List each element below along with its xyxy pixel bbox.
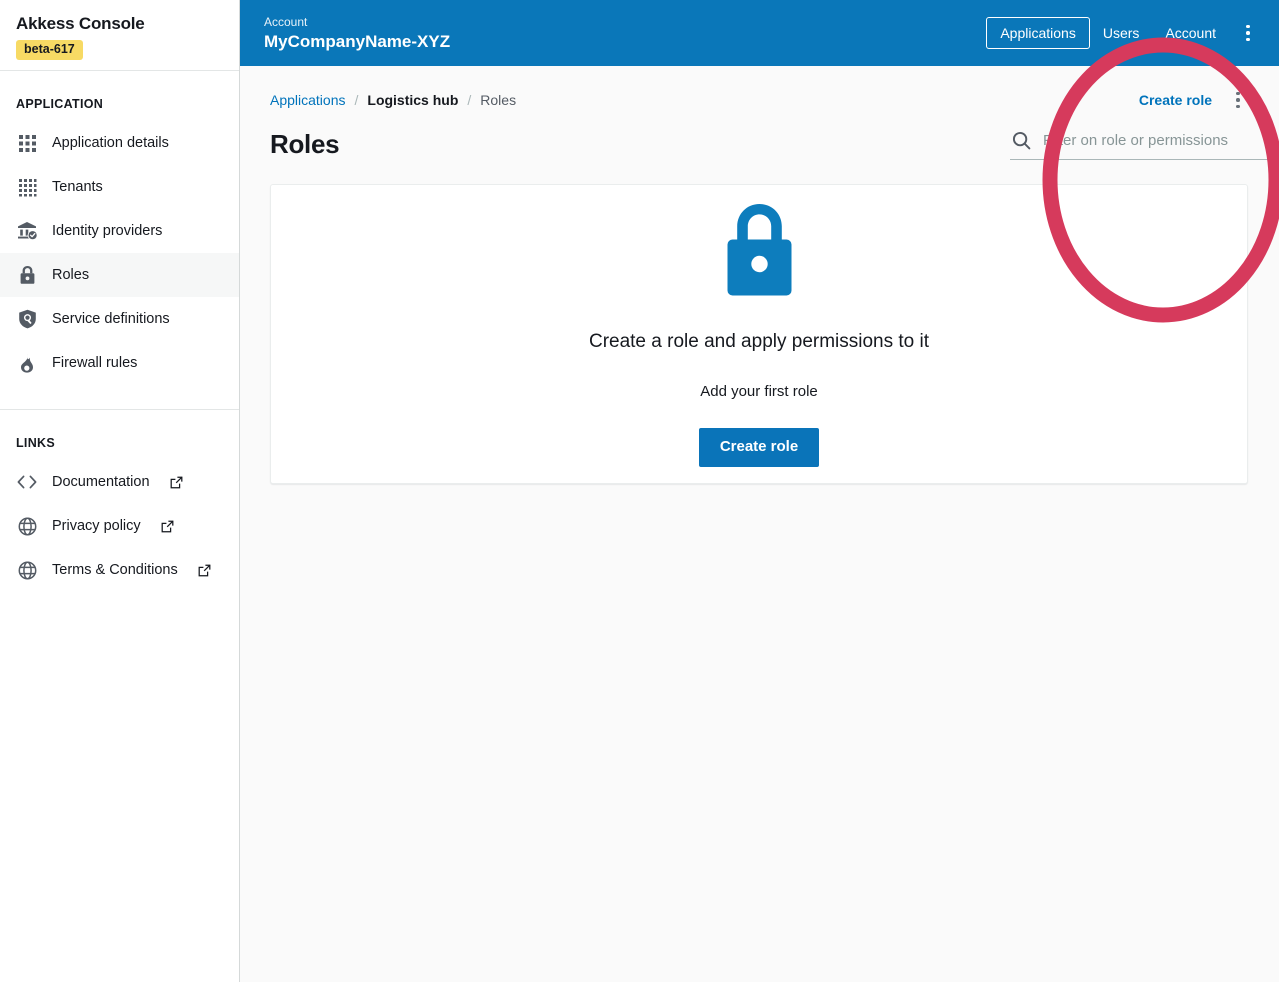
brand-block: Akkess Console beta-617	[0, 0, 239, 71]
sidebar-item-label: Documentation	[52, 474, 150, 490]
create-role-button[interactable]: Create role	[698, 428, 820, 467]
nav-section-title-links: LINKS	[16, 436, 55, 450]
breadcrumb-item-applications[interactable]: Applications	[270, 91, 346, 109]
sidebar-item-label: Service definitions	[52, 311, 170, 327]
empty-state-subtitle: Add your first role	[700, 383, 818, 400]
globe-icon	[16, 515, 38, 537]
breadcrumb-separator: /	[354, 92, 359, 108]
sidebar-item-label: Privacy policy	[52, 518, 141, 534]
search-input[interactable]	[1043, 132, 1279, 149]
sidebar-item-tenants[interactable]: Tenants	[0, 165, 239, 209]
sidebar-item-label: Tenants	[52, 179, 103, 195]
sidebar-item-label: Firewall rules	[52, 355, 138, 371]
sidebar-item-label: Application details	[52, 135, 169, 151]
top-header-bar: Account MyCompanyName-XYZ Applications U…	[240, 0, 1279, 66]
breadcrumb-separator: /	[467, 92, 472, 108]
breadcrumb-item-logistics-hub[interactable]: Logistics hub	[367, 91, 458, 109]
search-icon	[1012, 131, 1031, 150]
page-title: Roles	[270, 129, 340, 159]
flame-icon	[16, 352, 38, 374]
topnav-users-link[interactable]: Users	[1090, 18, 1153, 48]
shield-search-icon	[16, 308, 38, 330]
grid-4x4-icon	[16, 176, 38, 198]
sidebar-item-terms-conditions[interactable]: Terms & Conditions	[0, 548, 239, 592]
account-label: Account	[264, 14, 308, 29]
bank-check-icon	[16, 220, 38, 242]
sidebar-item-firewall-rules[interactable]: Firewall rules	[0, 341, 239, 385]
breadcrumb-actions: Create role	[1139, 88, 1248, 112]
sidebar-item-service-definitions[interactable]: Service definitions	[0, 297, 239, 341]
main-region: Account MyCompanyName-XYZ Applications U…	[240, 0, 1279, 982]
sidebar-item-documentation[interactable]: Documentation	[0, 460, 239, 504]
globe-icon	[16, 559, 38, 581]
account-block: Account MyCompanyName-XYZ	[264, 14, 450, 53]
sidebar-item-privacy-policy[interactable]: Privacy policy	[0, 504, 239, 548]
breadcrumb-row: Applications / Logistics hub / Roles Cre…	[240, 66, 1279, 112]
empty-state-card: Create a role and apply permissions to i…	[270, 184, 1248, 484]
external-link-icon	[198, 564, 211, 577]
app-root: Akkess Console beta-617 APPLICATION Appl…	[0, 0, 1279, 982]
empty-state-title: Create a role and apply permissions to i…	[588, 331, 930, 352]
grid-3x3-icon	[16, 132, 38, 154]
sidebar-item-label: Roles	[52, 267, 90, 283]
sidebar-item-identity-providers[interactable]: Identity providers	[0, 209, 239, 253]
nav-section-title-application: APPLICATION	[16, 97, 104, 111]
filter-roles-field[interactable]	[1010, 126, 1279, 160]
lock-icon	[725, 201, 794, 304]
topnav-account-link[interactable]: Account	[1152, 18, 1229, 48]
account-name: MyCompanyName-XYZ	[264, 31, 451, 51]
breadcrumb-item-roles: Roles	[480, 92, 517, 108]
external-link-icon	[170, 476, 183, 489]
page-head-row: Roles	[240, 112, 1279, 160]
sidebar-item-application-details[interactable]: Application details	[0, 121, 239, 165]
sidebar-item-roles[interactable]: Roles	[0, 253, 239, 297]
create-role-link[interactable]: Create role	[1139, 91, 1212, 109]
more-vertical-icon[interactable]	[1235, 18, 1261, 48]
sidebar: Akkess Console beta-617 APPLICATION Appl…	[0, 0, 240, 982]
lock-icon	[16, 264, 38, 286]
sidebar-item-label: Terms & Conditions	[52, 562, 178, 578]
sidebar-item-label: Identity providers	[52, 223, 163, 239]
content-area: Applications / Logistics hub / Roles Cre…	[240, 66, 1279, 982]
topnav-applications-button[interactable]: Applications	[986, 17, 1090, 49]
breadcrumb: Applications / Logistics hub / Roles	[270, 91, 516, 109]
app-title: Akkess Console	[16, 14, 145, 33]
version-badge: beta-617	[16, 40, 83, 60]
top-navigation: Applications Users Account	[986, 17, 1261, 49]
external-link-icon	[161, 520, 174, 533]
code-brackets-icon	[16, 471, 38, 493]
more-vertical-icon[interactable]	[1228, 88, 1248, 112]
